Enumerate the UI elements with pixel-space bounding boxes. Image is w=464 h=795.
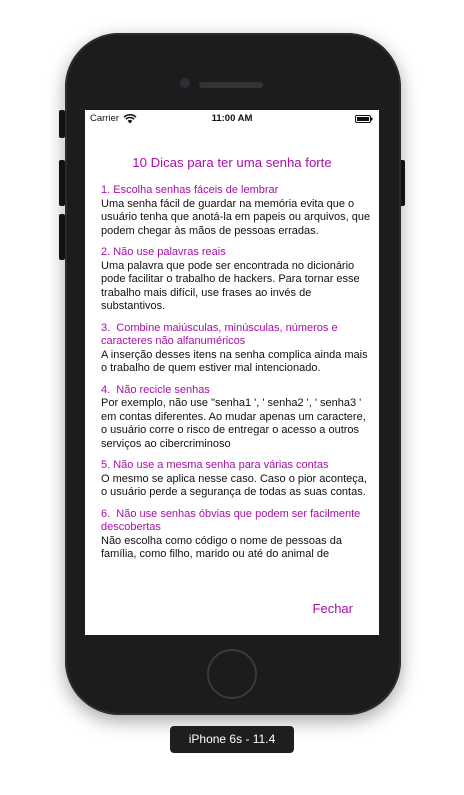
tip-heading: 5. Não use a mesma senha para várias con… — [101, 459, 329, 471]
status-time: 11:00 AM — [211, 113, 253, 124]
tip-item: 3. Combine maiúsculas, minúsculas, númer… — [101, 322, 373, 376]
earpiece-speaker — [199, 82, 263, 88]
simulator-stage: Carrier 11:00 AM 10 Dicas para ter uma s… — [0, 0, 464, 795]
tips-scroll-view[interactable]: 1. Escolha senhas fáceis de lembrar Uma … — [101, 184, 373, 596]
close-button[interactable]: Fechar — [313, 601, 353, 616]
tip-item: 6. Não use senhas óbvias que podem ser f… — [101, 508, 373, 562]
tip-heading: 4. Não recicle senhas — [101, 383, 210, 396]
front-camera — [180, 78, 190, 88]
tip-heading: 3. Combine maiúsculas, minúsculas, númer… — [101, 321, 341, 348]
tip-item: 2. Não use palavras reais Uma palavra qu… — [101, 246, 373, 314]
tip-item: 4. Não recicle senhas Por exemplo, não u… — [101, 384, 373, 452]
tip-body: O mesmo se aplica nesse caso. Caso o pio… — [101, 472, 367, 499]
battery-icon — [355, 115, 373, 123]
simulator-device-label: iPhone 6s - 11.4 — [170, 726, 294, 753]
tip-body: Por exemplo, não use "senha1 ', ' senha2… — [101, 397, 366, 450]
tip-body: Uma senha fácil de guardar na memória ev… — [101, 197, 371, 237]
modal-title: 10 Dicas para ter uma senha forte — [132, 155, 332, 170]
tip-item: 1. Escolha senhas fáceis de lembrar Uma … — [101, 184, 373, 238]
tip-heading: 1. Escolha senhas fáceis de lembrar — [101, 184, 279, 196]
tip-heading: 6. Não use senhas óbvias que podem ser f… — [101, 507, 364, 534]
tip-item: 5. Não use a mesma senha para várias con… — [101, 459, 373, 500]
tip-body: A inserção desses itens na senha complic… — [101, 348, 368, 375]
tip-heading: 2. Não use palavras reais — [101, 246, 226, 258]
status-bar: Carrier 11:00 AM — [85, 110, 379, 128]
home-button[interactable] — [207, 649, 257, 699]
device-screen: Carrier 11:00 AM 10 Dicas para ter uma s… — [85, 110, 379, 635]
tip-body: Uma palavra que pode ser encontrada no d… — [101, 259, 360, 313]
tip-body: Não escolha como código o nome de pessoa… — [101, 534, 342, 561]
